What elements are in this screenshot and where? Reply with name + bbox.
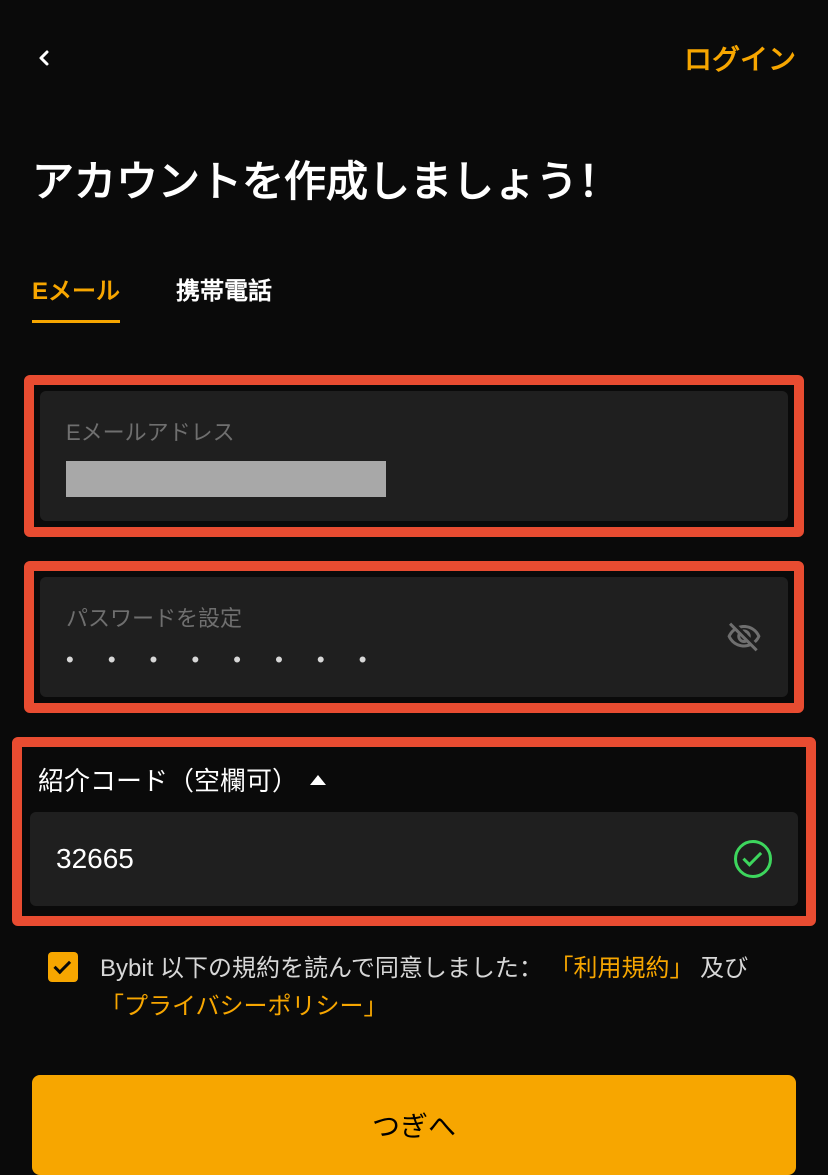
password-label: パスワードを設定	[66, 601, 762, 633]
password-input[interactable]: パスワードを設定 • • • • • • • •	[40, 577, 788, 697]
referral-label: 紹介コード（空欄可）	[38, 761, 298, 798]
agreement-checkbox[interactable]	[48, 952, 78, 982]
eye-off-icon[interactable]	[726, 619, 762, 655]
agreement-row: Bybit 以下の規約を読んで同意しました： 「利用規約」 及び 「プライバシー…	[0, 926, 828, 1027]
back-button[interactable]	[32, 46, 56, 70]
tabs: Eメール 携帯電話	[0, 209, 828, 323]
email-value-redacted	[66, 461, 386, 497]
agreement-connector: 及び	[700, 955, 748, 982]
tab-email[interactable]: Eメール	[32, 271, 120, 323]
login-link[interactable]: ログイン	[684, 38, 796, 78]
page-title: アカウントを作成しましょう！	[0, 78, 828, 209]
tab-phone[interactable]: 携帯電話	[176, 271, 272, 323]
password-masked-value: • • • • • • • •	[66, 647, 762, 673]
caret-up-icon	[310, 775, 326, 785]
agreement-prefix: Bybit 以下の規約を読んで同意しました：	[100, 955, 543, 982]
terms-link[interactable]: 「利用規約」	[550, 955, 694, 982]
email-field-group: Eメールアドレス	[24, 375, 804, 537]
email-label: Eメールアドレス	[66, 415, 762, 447]
checkmark-icon	[53, 956, 71, 974]
check-circle-icon	[734, 840, 772, 878]
password-field-group: パスワードを設定 • • • • • • • •	[24, 561, 804, 713]
email-input[interactable]: Eメールアドレス	[40, 391, 788, 521]
referral-value: 32665	[56, 843, 134, 875]
referral-input[interactable]: 32665	[30, 812, 798, 906]
privacy-link[interactable]: 「プライバシーポリシー」	[100, 993, 388, 1020]
agreement-text: Bybit 以下の規約を読んで同意しました： 「利用規約」 及び 「プライバシー…	[100, 950, 780, 1027]
referral-toggle[interactable]: 紹介コード（空欄可）	[30, 755, 798, 812]
referral-field-group: 紹介コード（空欄可） 32665	[12, 737, 816, 926]
